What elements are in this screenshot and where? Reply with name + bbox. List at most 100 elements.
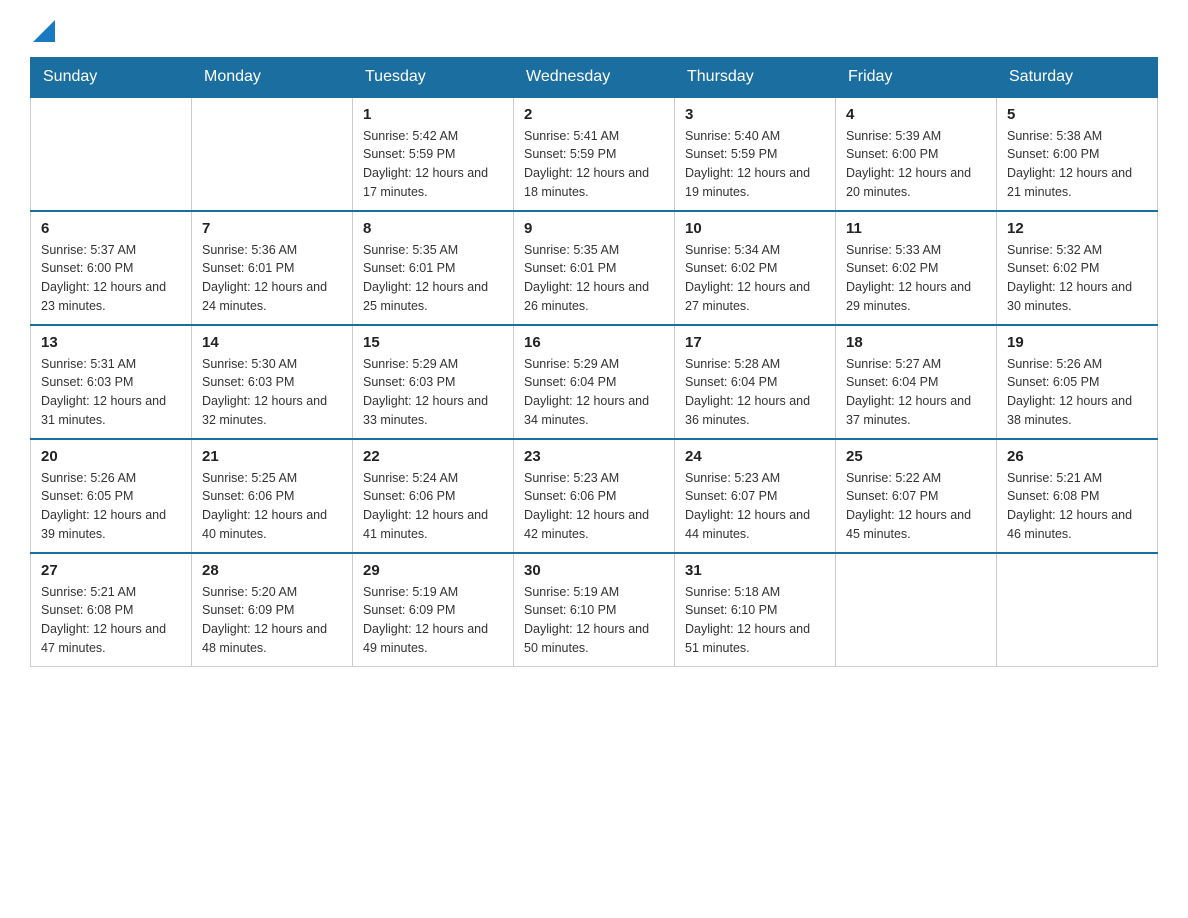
day-number: 17 [685, 334, 825, 351]
calendar-cell: 4 Sunrise: 5:39 AMSunset: 6:00 PMDaylight… [836, 97, 997, 211]
day-info: Sunrise: 5:40 AMSunset: 5:59 PMDaylight:… [685, 127, 825, 202]
logo-triangle-icon [33, 20, 55, 42]
day-number: 26 [1007, 448, 1147, 465]
calendar-cell: 31 Sunrise: 5:18 AMSunset: 6:10 PMDayligh… [675, 553, 836, 667]
day-info: Sunrise: 5:36 AMSunset: 6:01 PMDaylight:… [202, 241, 342, 316]
calendar-table: SundayMondayTuesdayWednesdayThursdayFrid… [30, 57, 1158, 667]
calendar-week-row: 20 Sunrise: 5:26 AMSunset: 6:05 PMDayligh… [31, 439, 1158, 553]
calendar-cell: 2Sunrise: 5:41 AMSunset: 5:59 PMDaylight… [514, 97, 675, 211]
day-of-week-header: Monday [192, 57, 353, 97]
calendar-cell: 23 Sunrise: 5:23 AMSunset: 6:06 PMDayligh… [514, 439, 675, 553]
day-of-week-header: Saturday [997, 57, 1158, 97]
calendar-cell: 12 Sunrise: 5:32 AMSunset: 6:02 PMDayligh… [997, 211, 1158, 325]
calendar-cell [997, 553, 1158, 667]
calendar-cell: 29 Sunrise: 5:19 AMSunset: 6:09 PMDayligh… [353, 553, 514, 667]
day-info: Sunrise: 5:25 AMSunset: 6:06 PMDaylight:… [202, 469, 342, 544]
day-info: Sunrise: 5:32 AMSunset: 6:02 PMDaylight:… [1007, 241, 1147, 316]
calendar-cell: 14 Sunrise: 5:30 AMSunset: 6:03 PMDayligh… [192, 325, 353, 439]
calendar-cell: 1Sunrise: 5:42 AMSunset: 5:59 PMDaylight… [353, 97, 514, 211]
day-number: 3 [685, 106, 825, 123]
calendar-cell: 24 Sunrise: 5:23 AMSunset: 6:07 PMDayligh… [675, 439, 836, 553]
calendar-week-row: 1Sunrise: 5:42 AMSunset: 5:59 PMDaylight… [31, 97, 1158, 211]
day-number: 29 [363, 562, 503, 579]
day-info: Sunrise: 5:33 AMSunset: 6:02 PMDaylight:… [846, 241, 986, 316]
calendar-cell: 30 Sunrise: 5:19 AMSunset: 6:10 PMDayligh… [514, 553, 675, 667]
day-info: Sunrise: 5:39 AMSunset: 6:00 PMDaylight:… [846, 127, 986, 202]
calendar-cell: 11Sunrise: 5:33 AMSunset: 6:02 PMDayligh… [836, 211, 997, 325]
day-info: Sunrise: 5:35 AMSunset: 6:01 PMDaylight:… [363, 241, 503, 316]
day-info: Sunrise: 5:23 AMSunset: 6:06 PMDaylight:… [524, 469, 664, 544]
calendar-cell: 16Sunrise: 5:29 AMSunset: 6:04 PMDayligh… [514, 325, 675, 439]
calendar-cell: 26 Sunrise: 5:21 AMSunset: 6:08 PMDayligh… [997, 439, 1158, 553]
day-info: Sunrise: 5:38 AMSunset: 6:00 PMDaylight:… [1007, 127, 1147, 202]
day-info: Sunrise: 5:20 AMSunset: 6:09 PMDaylight:… [202, 583, 342, 658]
day-number: 20 [41, 448, 181, 465]
calendar-cell [192, 97, 353, 211]
calendar-cell: 5 Sunrise: 5:38 AMSunset: 6:00 PMDaylight… [997, 97, 1158, 211]
day-number: 18 [846, 334, 986, 351]
day-number: 27 [41, 562, 181, 579]
day-info: Sunrise: 5:24 AMSunset: 6:06 PMDaylight:… [363, 469, 503, 544]
calendar-cell: 28Sunrise: 5:20 AMSunset: 6:09 PMDayligh… [192, 553, 353, 667]
day-number: 19 [1007, 334, 1147, 351]
day-info: Sunrise: 5:27 AMSunset: 6:04 PMDaylight:… [846, 355, 986, 430]
day-number: 21 [202, 448, 342, 465]
day-info: Sunrise: 5:34 AMSunset: 6:02 PMDaylight:… [685, 241, 825, 316]
day-number: 10 [685, 220, 825, 237]
calendar-cell: 19 Sunrise: 5:26 AMSunset: 6:05 PMDayligh… [997, 325, 1158, 439]
day-info: Sunrise: 5:19 AMSunset: 6:10 PMDaylight:… [524, 583, 664, 658]
day-of-week-header: Tuesday [353, 57, 514, 97]
day-number: 14 [202, 334, 342, 351]
calendar-cell: 15Sunrise: 5:29 AMSunset: 6:03 PMDayligh… [353, 325, 514, 439]
calendar-header-row: SundayMondayTuesdayWednesdayThursdayFrid… [31, 57, 1158, 97]
day-number: 16 [524, 334, 664, 351]
day-number: 6 [41, 220, 181, 237]
calendar-cell: 10 Sunrise: 5:34 AMSunset: 6:02 PMDayligh… [675, 211, 836, 325]
calendar-cell: 20 Sunrise: 5:26 AMSunset: 6:05 PMDayligh… [31, 439, 192, 553]
day-info: Sunrise: 5:26 AMSunset: 6:05 PMDaylight:… [41, 469, 181, 544]
day-number: 5 [1007, 106, 1147, 123]
day-info: Sunrise: 5:21 AMSunset: 6:08 PMDaylight:… [1007, 469, 1147, 544]
calendar-cell: 8 Sunrise: 5:35 AMSunset: 6:01 PMDaylight… [353, 211, 514, 325]
day-number: 13 [41, 334, 181, 351]
day-info: Sunrise: 5:41 AMSunset: 5:59 PMDaylight:… [524, 127, 664, 202]
calendar-cell: 3 Sunrise: 5:40 AMSunset: 5:59 PMDaylight… [675, 97, 836, 211]
calendar-cell: 17 Sunrise: 5:28 AMSunset: 6:04 PMDayligh… [675, 325, 836, 439]
day-of-week-header: Sunday [31, 57, 192, 97]
day-info: Sunrise: 5:30 AMSunset: 6:03 PMDaylight:… [202, 355, 342, 430]
calendar-cell: 6 Sunrise: 5:37 AMSunset: 6:00 PMDaylight… [31, 211, 192, 325]
day-info: Sunrise: 5:21 AMSunset: 6:08 PMDaylight:… [41, 583, 181, 658]
day-number: 8 [363, 220, 503, 237]
day-number: 24 [685, 448, 825, 465]
calendar-week-row: 13Sunrise: 5:31 AMSunset: 6:03 PMDayligh… [31, 325, 1158, 439]
day-number: 25 [846, 448, 986, 465]
day-of-week-header: Wednesday [514, 57, 675, 97]
day-number: 9 [524, 220, 664, 237]
page-header [30, 20, 1158, 47]
calendar-cell [836, 553, 997, 667]
day-number: 30 [524, 562, 664, 579]
day-info: Sunrise: 5:35 AMSunset: 6:01 PMDaylight:… [524, 241, 664, 316]
calendar-cell: 25Sunrise: 5:22 AMSunset: 6:07 PMDayligh… [836, 439, 997, 553]
day-number: 12 [1007, 220, 1147, 237]
day-info: Sunrise: 5:23 AMSunset: 6:07 PMDaylight:… [685, 469, 825, 544]
day-number: 7 [202, 220, 342, 237]
calendar-cell: 22Sunrise: 5:24 AMSunset: 6:06 PMDayligh… [353, 439, 514, 553]
day-info: Sunrise: 5:19 AMSunset: 6:09 PMDaylight:… [363, 583, 503, 658]
calendar-week-row: 6 Sunrise: 5:37 AMSunset: 6:00 PMDaylight… [31, 211, 1158, 325]
day-info: Sunrise: 5:28 AMSunset: 6:04 PMDaylight:… [685, 355, 825, 430]
calendar-cell: 27 Sunrise: 5:21 AMSunset: 6:08 PMDayligh… [31, 553, 192, 667]
day-of-week-header: Friday [836, 57, 997, 97]
calendar-week-row: 27 Sunrise: 5:21 AMSunset: 6:08 PMDayligh… [31, 553, 1158, 667]
day-info: Sunrise: 5:42 AMSunset: 5:59 PMDaylight:… [363, 127, 503, 202]
day-number: 4 [846, 106, 986, 123]
day-info: Sunrise: 5:37 AMSunset: 6:00 PMDaylight:… [41, 241, 181, 316]
day-info: Sunrise: 5:26 AMSunset: 6:05 PMDaylight:… [1007, 355, 1147, 430]
day-number: 23 [524, 448, 664, 465]
calendar-cell [31, 97, 192, 211]
calendar-cell: 9 Sunrise: 5:35 AMSunset: 6:01 PMDaylight… [514, 211, 675, 325]
day-number: 15 [363, 334, 503, 351]
logo [30, 20, 55, 47]
day-number: 31 [685, 562, 825, 579]
day-info: Sunrise: 5:18 AMSunset: 6:10 PMDaylight:… [685, 583, 825, 658]
